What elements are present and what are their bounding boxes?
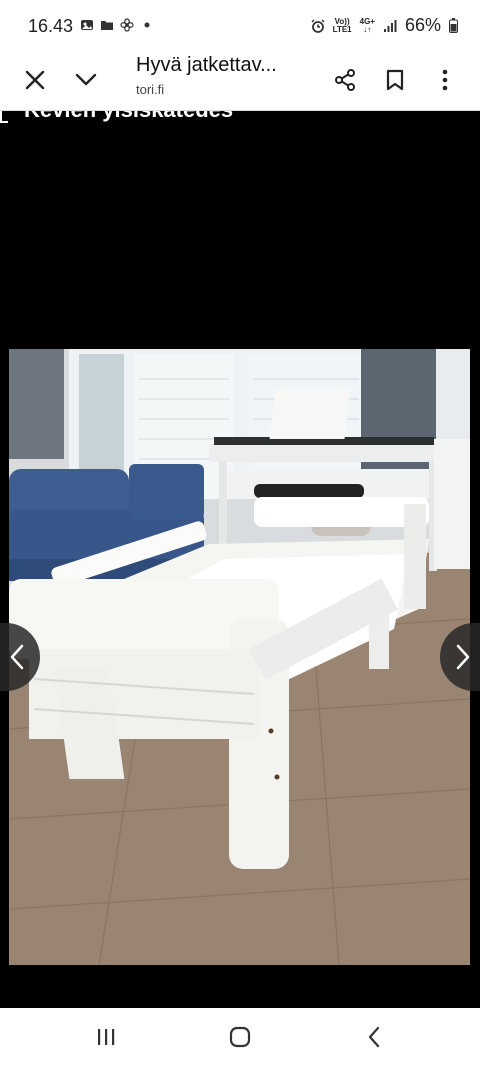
close-button[interactable] xyxy=(15,60,55,100)
status-time: 16.43 xyxy=(28,16,74,36)
app-bar: Hyvä jatkettav... tori.fi xyxy=(0,52,480,111)
bookmark-button[interactable] xyxy=(375,60,415,100)
share-icon xyxy=(335,69,355,91)
more-vert-icon xyxy=(442,69,448,91)
notification-icons xyxy=(80,18,154,32)
battery-icon xyxy=(449,18,458,33)
page-title: Hyvä jatkettav... xyxy=(136,54,277,76)
bookmark-icon xyxy=(386,69,404,91)
battery-percent: 66% xyxy=(404,15,441,35)
overlay-caption: Kevien ylsiskatedes xyxy=(24,111,233,123)
page-domain: tori.fi xyxy=(136,82,165,97)
chevron-down-icon xyxy=(75,73,97,86)
home-button[interactable] xyxy=(222,1022,258,1052)
collapse-button[interactable] xyxy=(66,60,106,100)
alarm-icon xyxy=(311,18,325,33)
listing-photo[interactable] xyxy=(9,349,470,965)
data-arrows-icon: ↓↑ xyxy=(363,24,372,34)
close-icon xyxy=(25,70,45,90)
system-indicators: Vo)) LTE1 4G+ ↓↑ 66% xyxy=(311,15,458,36)
status-bar: 16.43 Vo)) LTE1 4G+ ↓↑ 66% xyxy=(0,0,480,52)
volte-bottom: LTE1 xyxy=(332,24,352,34)
home-icon xyxy=(229,1026,251,1048)
recents-button[interactable] xyxy=(88,1022,124,1052)
recents-icon xyxy=(98,1029,115,1045)
chevron-left-icon xyxy=(10,644,24,670)
system-nav-bar xyxy=(0,1008,480,1067)
image-viewer[interactable]: Kevien ylsiskatedes xyxy=(0,111,480,1008)
signal-icon xyxy=(383,19,397,32)
data-indicator: 4G+ ↓↑ xyxy=(360,17,375,34)
back-icon xyxy=(368,1026,380,1048)
dot-icon xyxy=(144,22,150,28)
folder-icon xyxy=(101,21,113,30)
volte-indicator: Vo)) LTE1 xyxy=(332,17,352,34)
back-button[interactable] xyxy=(356,1022,392,1052)
more-options-button[interactable] xyxy=(425,60,465,100)
gallery-icon xyxy=(81,20,93,30)
overlay-corner xyxy=(0,111,8,123)
fan-icon xyxy=(120,18,134,32)
chevron-right-icon xyxy=(456,644,470,670)
share-button[interactable] xyxy=(325,60,365,100)
